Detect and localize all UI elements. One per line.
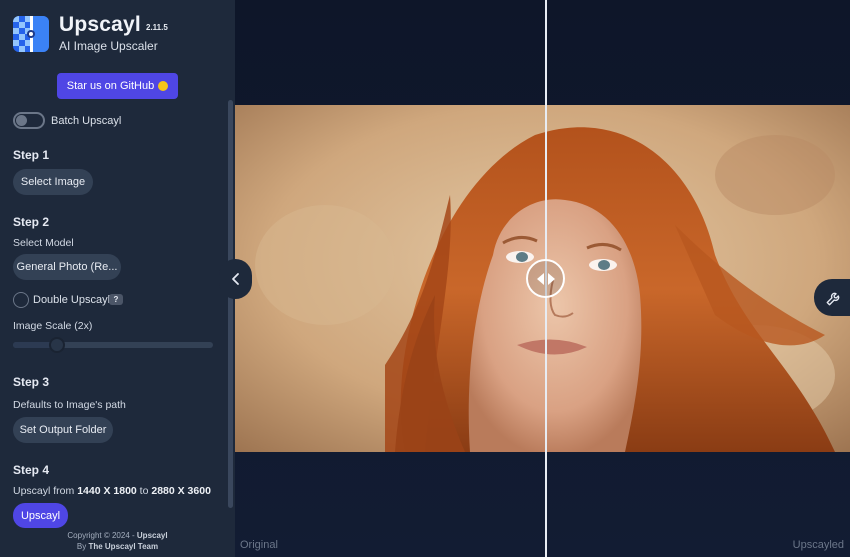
- step2-heading: Step 2: [13, 215, 50, 229]
- step4-heading: Step 4: [13, 463, 50, 477]
- double-upscayl-checkbox[interactable]: [13, 292, 29, 308]
- wrench-icon: [826, 292, 840, 305]
- upscayl-to-word: to: [139, 485, 149, 497]
- settings-button[interactable]: [814, 279, 850, 316]
- step1-heading: Step 1: [13, 148, 50, 162]
- arrows-left-right-icon[interactable]: [526, 259, 565, 298]
- source-dimensions: 1440 X 1800: [77, 485, 137, 497]
- target-dimensions: 2880 X 3600: [151, 485, 211, 497]
- upscayl-from-prefix: Upscayl from: [13, 485, 75, 497]
- copyright-prefix: Copyright © 2024 -: [67, 531, 135, 540]
- app-version: 2.11.5: [146, 23, 168, 32]
- image-scale-slider-thumb[interactable]: [49, 337, 65, 353]
- image-scale-label: Image Scale (2x): [13, 320, 93, 332]
- upscayl-dimensions: Upscayl from 1440 X 1800 to 2880 X 3600: [13, 485, 211, 497]
- sidebar-scrollbar[interactable]: [228, 100, 233, 508]
- image-scale-slider[interactable]: [13, 342, 213, 348]
- app-title: Upscayl: [59, 13, 141, 36]
- app-subtitle: AI Image Upscaler: [59, 39, 158, 53]
- sidebar: Upscayl 2.11.5 AI Image Upscaler Star us…: [0, 0, 235, 557]
- upscayl-button[interactable]: Upscayl: [13, 503, 68, 528]
- copyright-brand: Upscayl: [136, 531, 168, 540]
- copyright-team: The Upscayl Team: [88, 542, 159, 551]
- double-upscayl-label: Double Upscayl: [33, 294, 111, 306]
- upscayl-logo-icon: [13, 16, 49, 52]
- chevron-left-icon: [231, 273, 239, 285]
- select-model-label: Select Model: [13, 237, 74, 249]
- select-image-button[interactable]: Select Image: [13, 169, 93, 195]
- step3-heading: Step 3: [13, 375, 50, 389]
- collapse-sidebar-button[interactable]: [219, 259, 252, 299]
- double-upscayl-help-icon[interactable]: ?: [109, 294, 123, 305]
- star-github-button[interactable]: Star us on GitHub: [57, 73, 178, 99]
- upscayled-label: Upscayled: [792, 539, 844, 551]
- toggle-knob: [16, 115, 27, 126]
- model-select-button[interactable]: General Photo (Re...: [13, 254, 121, 280]
- copyright-line1: Copyright © 2024 - Upscayl: [0, 531, 235, 540]
- copyright-by: By: [76, 542, 87, 551]
- batch-upscayl-label: Batch Upscayl: [51, 115, 122, 127]
- app-header: Upscayl 2.11.5 AI Image Upscaler: [13, 13, 213, 54]
- output-path-info: Defaults to Image's path: [13, 399, 126, 411]
- image-compare-viewer[interactable]: Original Upscayled: [235, 0, 850, 557]
- batch-upscayl-toggle[interactable]: [13, 112, 45, 129]
- set-output-folder-button[interactable]: Set Output Folder: [13, 417, 113, 443]
- copyright-line2: By The Upscayl Team: [0, 542, 235, 551]
- smile-emoji-icon: [158, 81, 169, 91]
- original-label: Original: [240, 539, 278, 551]
- star-github-label: Star us on GitHub: [66, 80, 155, 92]
